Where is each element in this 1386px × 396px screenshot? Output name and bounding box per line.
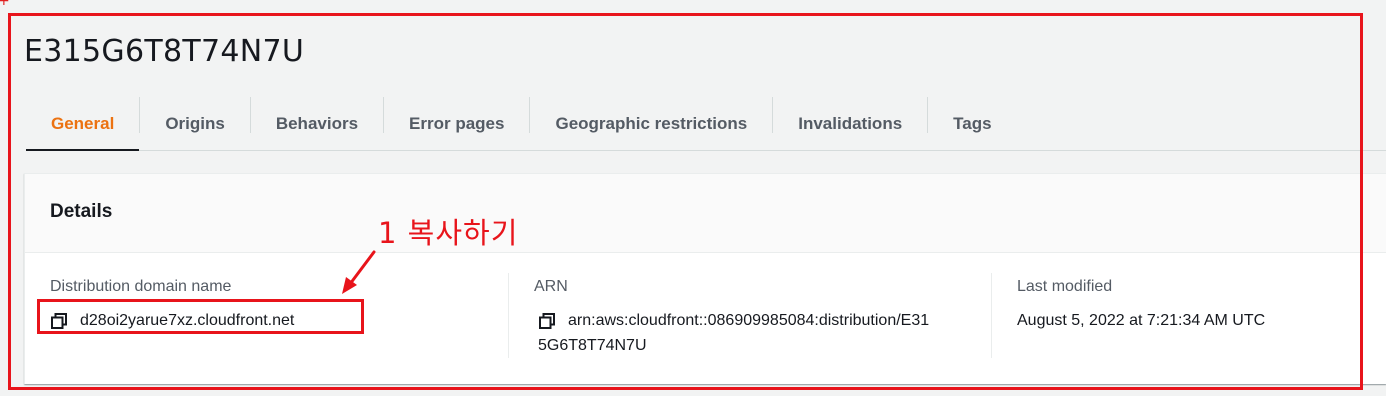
arn-value[interactable]: arn:aws:cloudfront::086909985084:distrib… xyxy=(538,308,938,358)
last-modified-field: Last modified August 5, 2022 at 7:21:34 … xyxy=(1017,277,1265,333)
domain-name-label: Distribution domain name xyxy=(50,278,232,295)
annotation-label: 1 복사하기 xyxy=(378,216,519,250)
domain-name-value[interactable]: d28oi2yarue7xz.cloudfront.net xyxy=(80,308,294,333)
last-modified-value: August 5, 2022 at 7:21:34 AM UTC xyxy=(1017,312,1266,329)
tab-geographic-restrictions[interactable]: Geographic restrictions xyxy=(529,96,772,151)
copy-icon[interactable] xyxy=(50,312,68,330)
last-modified-label: Last modified xyxy=(1017,278,1113,295)
tab-origins[interactable]: Origins xyxy=(139,96,250,151)
annotation-arrow-icon xyxy=(342,250,376,294)
details-title: Details xyxy=(50,201,113,222)
details-panel: Details Distribution domain name d28oi2y… xyxy=(24,173,1386,384)
tab-general[interactable]: General xyxy=(26,96,140,151)
tab-error-pages[interactable]: Error pages xyxy=(383,96,529,151)
tab-tags[interactable]: Tags xyxy=(927,96,1016,151)
page-title: E315G6T8T74N7U xyxy=(24,34,305,69)
cloudfront-distribution-page: + E315G6T8T74N7U General Origins Behavio… xyxy=(0,0,1386,396)
column-divider xyxy=(508,273,509,358)
corner-plus-mark: + xyxy=(0,0,10,9)
domain-name-field: Distribution domain name d28oi2yarue7xz.… xyxy=(50,277,294,333)
tab-invalidations[interactable]: Invalidations xyxy=(772,96,927,151)
arn-field: ARN arn:aws:cloudfront::086909985084:dis… xyxy=(534,277,938,358)
tab-behaviors[interactable]: Behaviors xyxy=(249,96,383,151)
domain-name-value-row: d28oi2yarue7xz.cloudfront.net xyxy=(50,308,294,333)
details-panel-header: Details xyxy=(25,174,1386,253)
tab-bar: General Origins Behaviors Error pages Ge… xyxy=(26,96,1017,151)
column-divider xyxy=(991,273,992,358)
arn-label: ARN xyxy=(534,278,568,295)
arn-value-row: arn:aws:cloudfront::086909985084:distrib… xyxy=(534,308,938,358)
